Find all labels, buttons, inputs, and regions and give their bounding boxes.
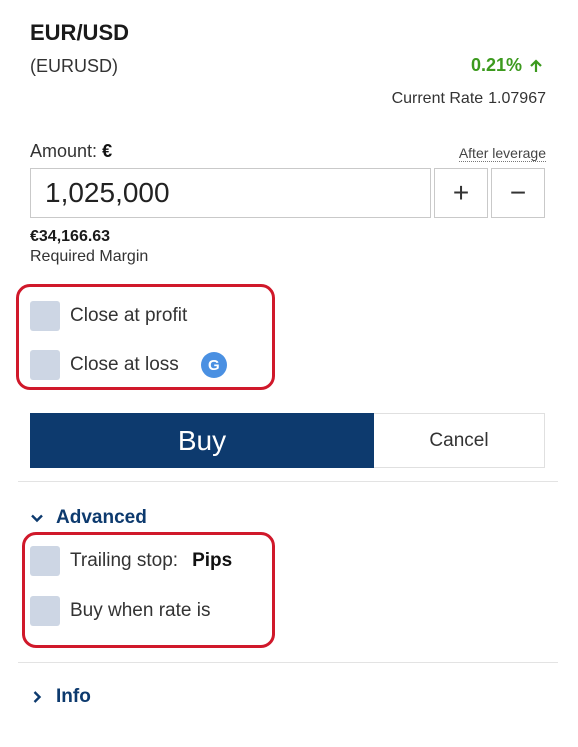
instrument-title: EUR/USD [30,20,130,45]
amount-label: Amount: € [30,141,112,162]
current-rate: Current Rate 1.07967 [392,90,546,108]
instrument-symbol: (EURUSD) [30,56,118,76]
close-at-loss-option[interactable]: Close at loss G [30,350,227,380]
close-at-loss-label: Close at loss [70,354,179,375]
close-at-profit-option[interactable]: Close at profit [30,301,187,331]
buy-when-rate-option[interactable]: Buy when rate is [30,596,210,626]
close-at-profit-checkbox[interactable] [30,301,60,331]
buy-when-rate-label: Buy when rate is [70,600,211,621]
info-section-toggle[interactable]: Info [30,686,91,708]
advanced-label: Advanced [56,507,147,528]
plus-icon: + [452,177,470,208]
required-margin-label: Required Margin [30,248,149,265]
g-badge-icon[interactable]: G [200,352,227,378]
divider [18,481,558,482]
buy-when-rate-checkbox[interactable] [30,596,60,626]
rate-change-value: 0.21% [470,55,522,75]
amount-label-text: Amount: [30,141,98,161]
increase-amount-button[interactable]: + [434,168,488,218]
rate-change: 0.21% [471,55,544,76]
decrease-amount-button[interactable]: − [491,168,545,218]
cancel-button[interactable]: Cancel [374,413,545,468]
advanced-section-toggle[interactable]: Advanced [30,507,147,529]
chevron-right-icon [33,691,42,703]
amount-currency: € [102,141,113,161]
trailing-stop-label: Trailing stop: [70,550,179,571]
after-leverage-link[interactable]: After leverage [458,145,546,162]
minus-icon: − [509,177,527,208]
chevron-down-icon [31,514,43,523]
divider [18,662,558,663]
close-at-profit-label: Close at profit [70,305,188,326]
close-at-loss-checkbox[interactable] [30,350,60,380]
buy-button[interactable]: Buy [30,413,374,468]
trailing-stop-checkbox[interactable] [30,546,60,576]
current-rate-value: 1.07967 [488,90,546,107]
trailing-stop-unit: Pips [192,550,233,571]
current-rate-label: Current Rate [391,90,484,107]
amount-input[interactable]: 1,025,000 [30,168,431,218]
trailing-stop-option[interactable]: Trailing stop: Pips [30,546,232,576]
arrow-up-icon [530,58,542,72]
info-label: Info [56,686,91,707]
required-margin-value: €34,166.63 [30,228,111,245]
